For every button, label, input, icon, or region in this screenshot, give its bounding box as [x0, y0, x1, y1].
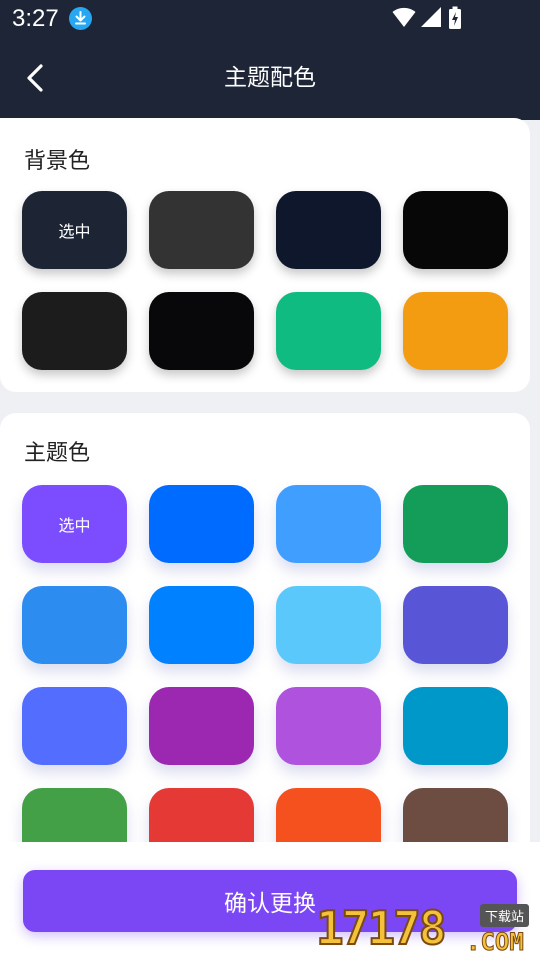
theme-color-swatch[interactable]: [149, 687, 254, 765]
watermark-suffix: .COM: [466, 928, 525, 957]
theme-color-swatch[interactable]: [276, 485, 381, 563]
watermark-number: 17178: [315, 900, 447, 956]
theme-color-swatch[interactable]: [149, 485, 254, 563]
site-watermark-logo: 17178 .COM 下载站: [315, 898, 538, 960]
background-color-swatch[interactable]: [22, 292, 127, 370]
background-color-swatch[interactable]: [276, 292, 381, 370]
theme-color-swatch[interactable]: [403, 586, 508, 664]
battery-charging-icon: [449, 6, 461, 29]
cell-signal-icon: [421, 7, 441, 27]
theme-color-card: 主题色 选中: [0, 413, 530, 873]
theme-color-swatch[interactable]: [276, 586, 381, 664]
download-icon: [69, 7, 92, 30]
status-bar: 3:27: [0, 0, 540, 38]
app-bar: 主题配色: [0, 38, 540, 120]
theme-color-grid: 选中: [22, 485, 508, 866]
page-title: 主题配色: [224, 65, 316, 91]
watermark-badge: 下载站: [480, 904, 530, 927]
theme-color-swatch[interactable]: 选中: [22, 485, 127, 563]
background-color-swatch[interactable]: 选中: [22, 191, 127, 269]
background-color-swatch[interactable]: [149, 191, 254, 269]
selected-label: 选中: [58, 516, 91, 535]
background-color-card: 背景色 选中: [0, 118, 530, 392]
status-time: 3:27: [12, 5, 59, 32]
wifi-icon: [392, 7, 416, 27]
background-color-swatch[interactable]: [403, 292, 508, 370]
theme-color-swatch[interactable]: [22, 687, 127, 765]
background-color-title: 背景色: [24, 149, 91, 174]
theme-color-swatch[interactable]: [149, 586, 254, 664]
background-color-swatch[interactable]: [403, 191, 508, 269]
selected-label: 选中: [58, 222, 91, 241]
background-color-swatch[interactable]: [276, 191, 381, 269]
theme-color-swatch[interactable]: [276, 687, 381, 765]
theme-color-swatch[interactable]: [403, 687, 508, 765]
theme-color-swatch[interactable]: [403, 485, 508, 563]
theme-color-swatch[interactable]: [22, 586, 127, 664]
theme-color-title: 主题色: [24, 441, 91, 466]
background-color-swatch[interactable]: [149, 292, 254, 370]
background-color-grid: 选中: [22, 191, 508, 370]
